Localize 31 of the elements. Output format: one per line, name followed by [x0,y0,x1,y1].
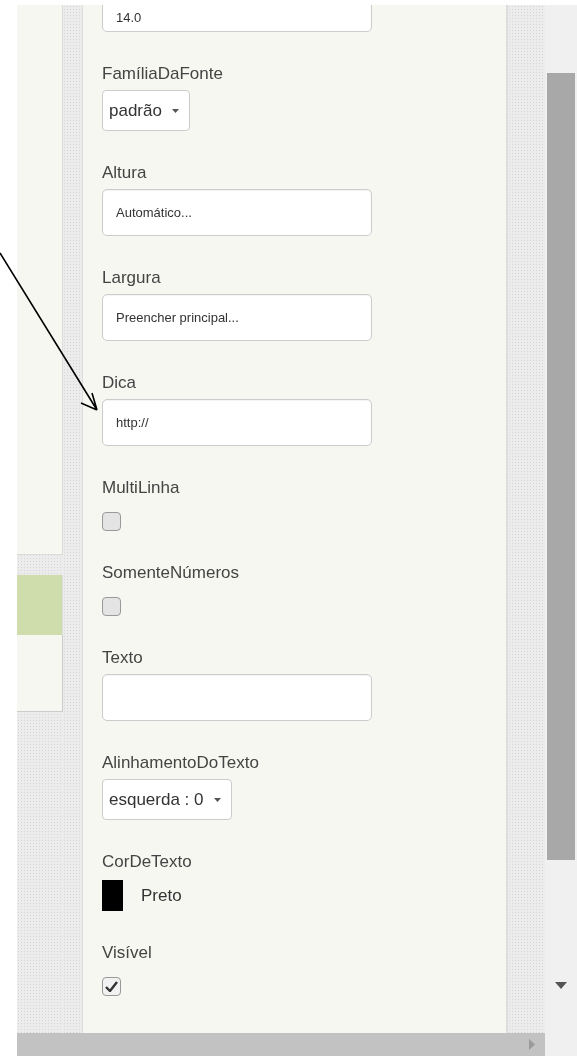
scrollbar-thumb[interactable] [547,73,575,860]
dropdown[interactable]: esquerda : 0 [102,779,232,820]
caret-icon [213,797,221,802]
text-field[interactable]: Automático... [102,189,372,236]
checkbox[interactable] [102,512,121,531]
color-swatch[interactable] [102,880,123,911]
property-label: Dica [102,373,137,393]
checkbox[interactable] [102,597,121,616]
property-label: CorDeTexto [102,852,193,872]
property-label: Largura [102,268,162,288]
property-label: FamíliaDaFonte [102,64,224,84]
text-field[interactable]: 14.0 [102,5,372,32]
vertical-scrollbar[interactable] [545,5,577,1033]
scroll-right-icon[interactable] [529,1039,535,1050]
text-field[interactable]: http:// [102,399,372,446]
scroll-down-icon[interactable] [555,982,567,989]
property-label: Altura [102,163,148,183]
checkbox[interactable] [102,977,121,996]
property-label: Visível [102,943,153,963]
horizontal-scrollbar[interactable] [17,1033,545,1056]
text-field[interactable]: Preencher principal... [102,294,372,341]
property-label: SomenteNúmeros [102,563,240,583]
text-field[interactable] [102,674,372,721]
property-label: AlinhamentoDoTexto [102,753,260,773]
dropdown[interactable]: padrão [102,90,190,131]
color-name: Preto [141,885,182,906]
property-label: MultiLinha [102,478,181,498]
scrollbar-corner [545,1033,577,1056]
caret-icon [171,108,179,113]
property-label: Texto [102,648,144,668]
selected-row[interactable] [17,575,63,635]
